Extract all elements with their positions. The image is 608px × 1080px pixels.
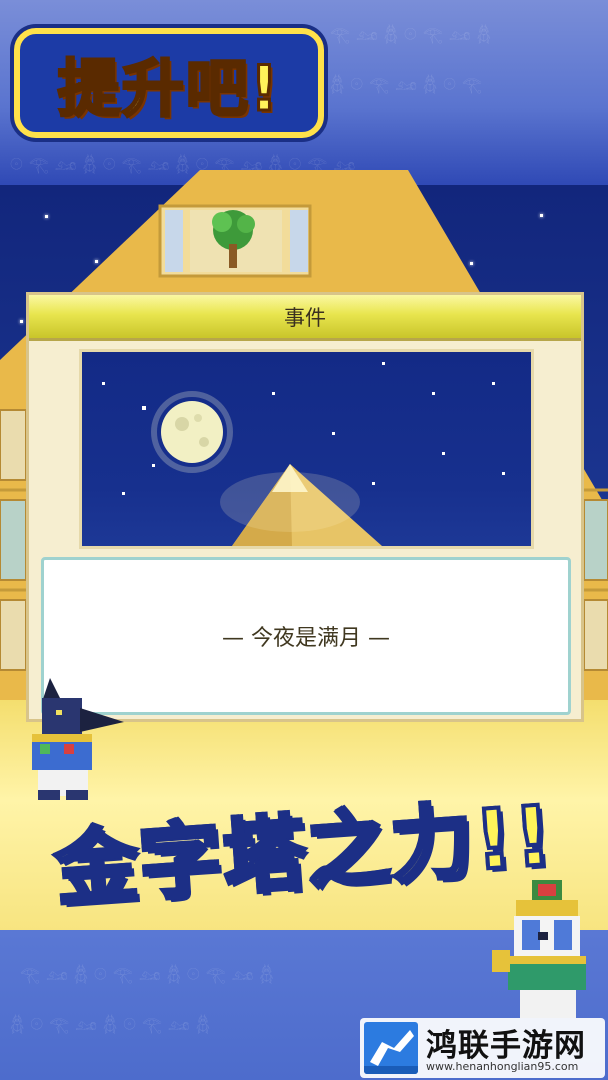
dialog-title: 事件 (284, 305, 326, 330)
dialog-header: 事件 (29, 295, 581, 341)
site-watermark[interactable]: 鸿联手游网 www.henanhonglian95.com (360, 1018, 605, 1078)
headline-text-top: 提升吧! (56, 51, 281, 127)
night-scene-image (79, 349, 534, 549)
hieroglyph-decoration: 𓂀𓃭𓆣𓇳𓂀𓃭𓆣 (330, 25, 497, 44)
watermark-url: www.henanhonglian95.com (426, 1060, 579, 1073)
hieroglyph-decoration: 𓆣𓇳𓂀𓃭𓆣𓇳𓂀𓃭𓆣 (10, 1015, 216, 1034)
full-moon (161, 401, 223, 463)
headline-banner-top: 提升吧! (14, 28, 324, 138)
watermark-logo-icon (364, 1022, 418, 1074)
event-message-text: — 今夜是满月 — (222, 626, 390, 651)
watermark-title: 鸿联手游网 (426, 1028, 586, 1064)
headline-text-bottom: 金字塔之力!! (50, 786, 558, 920)
full-moon-pyramid-illustration (102, 362, 505, 546)
hieroglyph-decoration: 𓆣𓇳𓂀𓃭𓆣𓇳𓂀 (330, 75, 488, 94)
hieroglyph-decoration: 𓂀𓃭𓆣𓇳𓂀𓃭𓆣𓇳𓂀𓃭𓆣 (20, 965, 280, 984)
pharaoh-character-sprite (492, 880, 586, 1018)
event-dialog: 事件 — 今夜是满月 — (26, 292, 584, 722)
